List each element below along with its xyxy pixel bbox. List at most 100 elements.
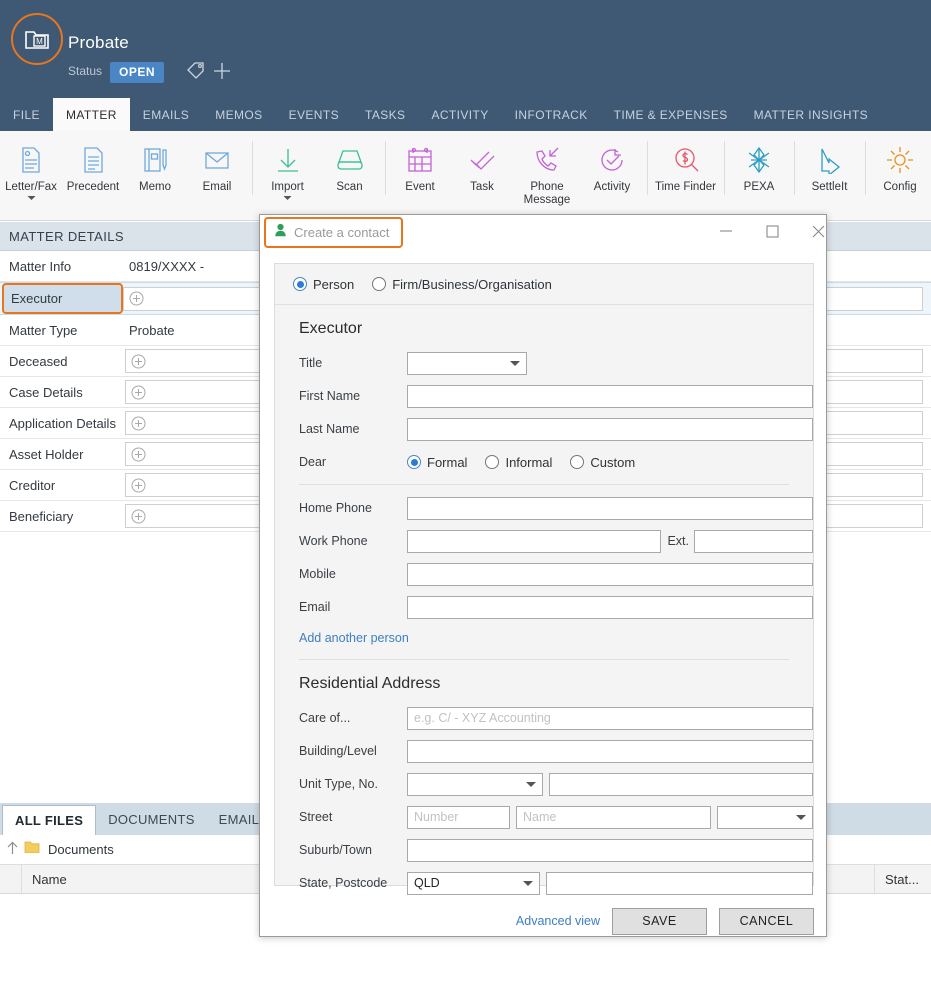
files-tab-documents[interactable]: DOCUMENTS: [96, 803, 206, 835]
ribbon-button-time-finder[interactable]: Time Finder: [652, 137, 720, 194]
add-circle-icon[interactable]: [131, 447, 146, 462]
minimize-icon[interactable]: [703, 215, 749, 247]
title-select[interactable]: [407, 351, 527, 375]
first-name-input[interactable]: [407, 384, 813, 408]
main-tab-activity[interactable]: ACTIVITY: [418, 98, 501, 131]
ribbon-button-event[interactable]: Event: [389, 137, 451, 194]
unit-type-select[interactable]: [407, 772, 543, 796]
close-icon[interactable]: [795, 215, 841, 247]
main-tab-tasks[interactable]: TASKS: [352, 98, 418, 131]
advanced-view-link[interactable]: Advanced view: [516, 914, 600, 928]
up-arrow-icon[interactable]: [0, 841, 24, 858]
plus-icon[interactable]: [212, 61, 232, 84]
care-of-input[interactable]: [407, 706, 813, 730]
matter-detail-label-creditor[interactable]: Creditor: [0, 478, 125, 493]
radio-informal[interactable]: [485, 455, 500, 469]
chevron-down-icon[interactable]: [27, 195, 36, 203]
files-tab-all-files[interactable]: ALL FILES: [2, 805, 97, 835]
ribbon-separator: [794, 141, 795, 195]
home-phone-row: Home Phone: [275, 494, 813, 522]
main-tab-time-expenses[interactable]: TIME & EXPENSES: [601, 98, 741, 131]
care-of-label: Care of...: [299, 711, 351, 725]
street-name-input[interactable]: [516, 805, 712, 829]
contact-form-panel: Person Firm/Business/Organisation Execut…: [274, 263, 814, 895]
radio-custom[interactable]: [570, 455, 585, 469]
chevron-down-icon[interactable]: [283, 195, 292, 203]
ribbon-button-pexa[interactable]: PEXA: [728, 137, 790, 194]
radio-person[interactable]: [293, 277, 307, 291]
chevron-down-icon: [796, 814, 806, 820]
matter-detail-label-beneficiary[interactable]: Beneficiary: [0, 509, 125, 524]
mobile-input[interactable]: [407, 562, 813, 586]
state-select[interactable]: QLD: [407, 871, 540, 895]
building-level-input[interactable]: [407, 739, 813, 763]
main-tab-matter-insights[interactable]: MATTER INSIGHTS: [741, 98, 881, 131]
ribbon-button-scan[interactable]: Scan: [319, 137, 381, 194]
radio-person-label[interactable]: Person: [313, 277, 354, 292]
work-phone-row: Work Phone Ext.: [275, 527, 813, 555]
add-circle-icon[interactable]: [131, 385, 146, 400]
ribbon-button-phone-message[interactable]: Phone Message: [513, 137, 581, 207]
radio-firm-label[interactable]: Firm/Business/Organisation: [392, 277, 552, 292]
ribbon-separator: [723, 141, 724, 195]
ribbon-button-settleit[interactable]: SettleIt: [799, 137, 861, 194]
add-another-person-link[interactable]: Add another person: [299, 631, 409, 645]
street-number-input[interactable]: [407, 805, 510, 829]
radio-firm[interactable]: [372, 277, 387, 291]
main-tab-emails[interactable]: EMAILS: [130, 98, 202, 131]
matter-detail-label-asset-holder[interactable]: Asset Holder: [0, 447, 125, 462]
main-tab-memos[interactable]: MEMOS: [202, 98, 275, 131]
street-type-select[interactable]: [717, 805, 813, 829]
home-phone-input[interactable]: [407, 496, 813, 520]
ribbon-label-event: Event: [405, 181, 435, 193]
add-circle-icon[interactable]: [129, 291, 144, 306]
breadcrumb-label[interactable]: Documents: [48, 842, 114, 857]
matter-detail-label-executor[interactable]: Executor: [2, 283, 123, 314]
main-tab-events[interactable]: EVENTS: [276, 98, 352, 131]
work-phone-input[interactable]: [407, 529, 662, 553]
mobile-label: Mobile: [299, 567, 336, 581]
matter-detail-label-matter-type[interactable]: Matter Type: [0, 323, 125, 338]
ribbon-button-email[interactable]: Email: [186, 137, 248, 194]
suburb-input[interactable]: [407, 838, 813, 862]
chevron-down-icon: [510, 360, 520, 366]
add-circle-icon[interactable]: [131, 478, 146, 493]
matter-detail-label-matter-info[interactable]: Matter Info: [0, 259, 125, 274]
matter-detail-label-application-details[interactable]: Application Details: [0, 416, 125, 431]
save-button[interactable]: SAVE: [612, 907, 707, 935]
ribbon-button-import[interactable]: Import: [257, 137, 319, 203]
add-circle-icon[interactable]: [131, 509, 146, 524]
unit-number-input[interactable]: [548, 772, 813, 796]
files-column-status[interactable]: Stat...: [875, 865, 931, 893]
radio-informal-label[interactable]: Informal: [505, 455, 552, 470]
cancel-button[interactable]: CANCEL: [719, 907, 814, 935]
unit-row: Unit Type, No.: [275, 770, 813, 798]
ext-input[interactable]: [694, 529, 813, 553]
radio-formal-label[interactable]: Formal: [427, 455, 467, 470]
matter-detail-label-deceased[interactable]: Deceased: [0, 354, 125, 369]
ribbon-button-activity[interactable]: Activity: [581, 137, 643, 194]
radio-formal[interactable]: [407, 455, 421, 469]
email-input[interactable]: [407, 595, 813, 619]
last-name-input[interactable]: [407, 417, 813, 441]
ribbon-button-memo[interactable]: Memo: [124, 137, 186, 194]
ribbon-button-config[interactable]: Config: [869, 137, 931, 194]
maximize-icon[interactable]: [749, 215, 795, 247]
ribbon-button-precedent[interactable]: Precedent: [62, 137, 124, 194]
dialog-title-focus-box[interactable]: Create a contact: [264, 217, 404, 248]
postcode-input[interactable]: [545, 871, 813, 895]
ribbon-label-time-finder: Time Finder: [655, 181, 716, 193]
dialog-content: Person Firm/Business/Organisation Execut…: [274, 263, 814, 992]
add-circle-icon[interactable]: [131, 416, 146, 431]
main-tab-matter[interactable]: MATTER: [52, 98, 130, 131]
main-tab-infotrack[interactable]: INFOTRACK: [502, 98, 601, 131]
main-tab-file[interactable]: FILE: [0, 98, 53, 131]
matter-detail-label-case-details[interactable]: Case Details: [0, 385, 125, 400]
add-circle-icon[interactable]: [131, 354, 146, 369]
ribbon-label-config: Config: [883, 181, 917, 193]
contact-type-group: Person Firm/Business/Organisation: [275, 264, 813, 305]
tag-icon[interactable]: [186, 61, 206, 84]
radio-custom-label[interactable]: Custom: [590, 455, 635, 470]
ribbon-button-letter-fax[interactable]: Letter/Fax: [0, 137, 62, 203]
ribbon-button-task[interactable]: Task: [451, 137, 513, 194]
